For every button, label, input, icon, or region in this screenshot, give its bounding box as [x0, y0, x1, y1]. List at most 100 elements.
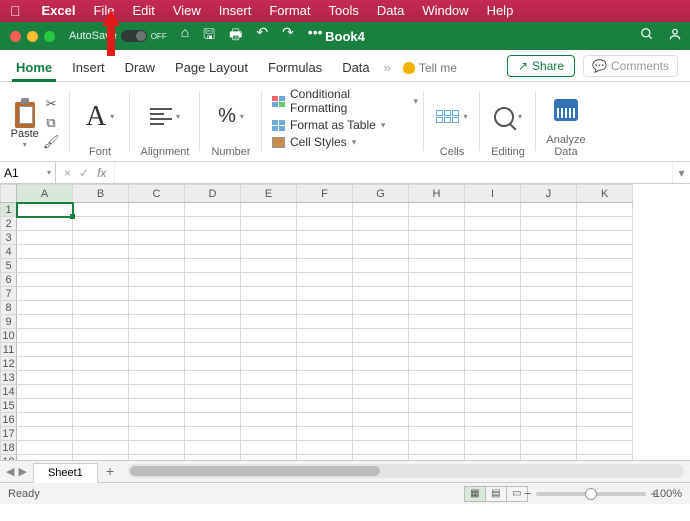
cell-F1[interactable]: [297, 203, 353, 217]
cell-G1[interactable]: [353, 203, 409, 217]
cell-G19[interactable]: [353, 455, 409, 461]
cell-C5[interactable]: [129, 259, 185, 273]
cell-D17[interactable]: [185, 427, 241, 441]
cell-G17[interactable]: [353, 427, 409, 441]
cell-H2[interactable]: [409, 217, 465, 231]
row-header-11[interactable]: 11: [1, 343, 17, 357]
cell-F16[interactable]: [297, 413, 353, 427]
cell-F9[interactable]: [297, 315, 353, 329]
cell-E8[interactable]: [241, 301, 297, 315]
col-header-F[interactable]: F: [297, 185, 353, 203]
cell-B5[interactable]: [73, 259, 129, 273]
cell-D13[interactable]: [185, 371, 241, 385]
sheet-tab-1[interactable]: Sheet1: [33, 463, 98, 483]
cell-H18[interactable]: [409, 441, 465, 455]
cell-H6[interactable]: [409, 273, 465, 287]
font-dropdown[interactable]: ▾: [110, 112, 114, 121]
cell-D12[interactable]: [185, 357, 241, 371]
col-header-A[interactable]: A: [17, 185, 73, 203]
row-header-18[interactable]: 18: [1, 441, 17, 455]
cell-D1[interactable]: [185, 203, 241, 217]
cell-H9[interactable]: [409, 315, 465, 329]
menu-data[interactable]: Data: [368, 0, 413, 22]
formula-input[interactable]: [115, 162, 672, 183]
name-box-dropdown[interactable]: ▾: [47, 168, 51, 177]
cell-G7[interactable]: [353, 287, 409, 301]
cell-F5[interactable]: [297, 259, 353, 273]
col-header-K[interactable]: K: [577, 185, 633, 203]
cell-E12[interactable]: [241, 357, 297, 371]
cell-K11[interactable]: [577, 343, 633, 357]
cell-D5[interactable]: [185, 259, 241, 273]
tab-home[interactable]: Home: [6, 54, 62, 81]
cell-D16[interactable]: [185, 413, 241, 427]
cell-H12[interactable]: [409, 357, 465, 371]
cell-I2[interactable]: [465, 217, 521, 231]
zoom-value[interactable]: 100%: [654, 488, 682, 500]
cell-I11[interactable]: [465, 343, 521, 357]
cell-styles-button[interactable]: Cell Styles▾: [272, 135, 418, 149]
window-close-button[interactable]: [10, 31, 21, 42]
cell-C8[interactable]: [129, 301, 185, 315]
cell-A19[interactable]: [17, 455, 73, 461]
number-format-icon[interactable]: %: [218, 105, 236, 128]
cell-K1[interactable]: [577, 203, 633, 217]
cell-H11[interactable]: [409, 343, 465, 357]
menu-window[interactable]: Window: [413, 0, 477, 22]
cell-C18[interactable]: [129, 441, 185, 455]
cell-I16[interactable]: [465, 413, 521, 427]
cell-G16[interactable]: [353, 413, 409, 427]
cell-B14[interactable]: [73, 385, 129, 399]
cell-A7[interactable]: [17, 287, 73, 301]
home-icon[interactable]: ⌂: [181, 24, 189, 48]
cell-B13[interactable]: [73, 371, 129, 385]
cell-G13[interactable]: [353, 371, 409, 385]
cell-G14[interactable]: [353, 385, 409, 399]
cell-A8[interactable]: [17, 301, 73, 315]
cell-C19[interactable]: [129, 455, 185, 461]
cell-I12[interactable]: [465, 357, 521, 371]
cell-H13[interactable]: [409, 371, 465, 385]
cell-E19[interactable]: [241, 455, 297, 461]
cell-B4[interactable]: [73, 245, 129, 259]
row-header-12[interactable]: 12: [1, 357, 17, 371]
cell-D11[interactable]: [185, 343, 241, 357]
row-header-15[interactable]: 15: [1, 399, 17, 413]
cell-B10[interactable]: [73, 329, 129, 343]
zoom-slider[interactable]: [536, 492, 646, 496]
cell-F13[interactable]: [297, 371, 353, 385]
cell-K4[interactable]: [577, 245, 633, 259]
cell-C4[interactable]: [129, 245, 185, 259]
cell-D15[interactable]: [185, 399, 241, 413]
cell-B9[interactable]: [73, 315, 129, 329]
cell-K6[interactable]: [577, 273, 633, 287]
alignment-dropdown[interactable]: ▾: [176, 112, 180, 121]
col-header-G[interactable]: G: [353, 185, 409, 203]
format-as-table-button[interactable]: Format as Table▾: [272, 118, 418, 132]
cell-E17[interactable]: [241, 427, 297, 441]
cell-C1[interactable]: [129, 203, 185, 217]
tab-draw[interactable]: Draw: [115, 54, 165, 81]
cell-J16[interactable]: [521, 413, 577, 427]
col-header-J[interactable]: J: [521, 185, 577, 203]
cell-B18[interactable]: [73, 441, 129, 455]
cell-K7[interactable]: [577, 287, 633, 301]
cell-I6[interactable]: [465, 273, 521, 287]
cell-E16[interactable]: [241, 413, 297, 427]
cell-I8[interactable]: [465, 301, 521, 315]
cell-G8[interactable]: [353, 301, 409, 315]
font-button[interactable]: A: [86, 103, 106, 131]
cell-A14[interactable]: [17, 385, 73, 399]
cell-G11[interactable]: [353, 343, 409, 357]
cell-E6[interactable]: [241, 273, 297, 287]
cell-I5[interactable]: [465, 259, 521, 273]
cell-F12[interactable]: [297, 357, 353, 371]
cell-H17[interactable]: [409, 427, 465, 441]
cell-J11[interactable]: [521, 343, 577, 357]
cell-D19[interactable]: [185, 455, 241, 461]
cell-G9[interactable]: [353, 315, 409, 329]
row-header-6[interactable]: 6: [1, 273, 17, 287]
cell-B12[interactable]: [73, 357, 129, 371]
cell-C16[interactable]: [129, 413, 185, 427]
menu-help[interactable]: Help: [478, 0, 523, 22]
